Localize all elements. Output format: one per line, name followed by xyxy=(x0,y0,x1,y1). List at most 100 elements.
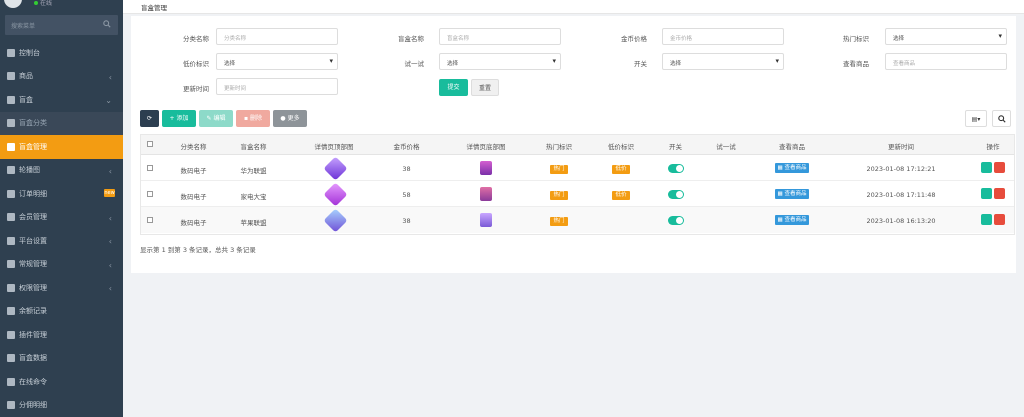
reset-button[interactable]: 重置 xyxy=(471,79,499,96)
row-checkbox[interactable] xyxy=(147,217,153,223)
sidebar-item-box-data[interactable]: 盲盒数据 xyxy=(0,347,123,371)
online-status: 在线 xyxy=(34,0,52,7)
row-delete-button[interactable] xyxy=(994,162,1005,173)
col-time[interactable]: 更新时间 xyxy=(831,141,971,151)
low-price-tag: 低价 xyxy=(612,191,630,200)
try-once-select[interactable]: 选择 ▾ xyxy=(439,53,561,70)
list-icon xyxy=(7,119,15,128)
hot-tag: 热门 xyxy=(550,191,568,200)
low-price-tag: 低价 xyxy=(612,165,630,174)
view-goods-input[interactable]: 查看商品 xyxy=(885,53,1007,70)
chevron-down-icon: ⌄ xyxy=(105,96,112,105)
sidebar-item-orders[interactable]: 订单明细 new xyxy=(0,182,123,206)
sidebar-item-permissions[interactable]: 权限管理 ‹ xyxy=(0,276,123,300)
low-price-select[interactable]: 选择 ▾ xyxy=(216,53,338,70)
switch-toggle[interactable] xyxy=(667,164,684,173)
col-ops[interactable]: 操作 xyxy=(973,141,1013,151)
col-price[interactable]: 金币价格 xyxy=(379,141,434,151)
delete-button[interactable]: ▪ 删除 xyxy=(236,110,270,127)
sidebar-item-command[interactable]: 在线命令 xyxy=(0,370,123,394)
sidebar-item-platform[interactable]: 平台设置 ‹ xyxy=(0,229,123,253)
update-time-input[interactable]: 更新时间 xyxy=(216,78,338,95)
sidebar-item-carousel[interactable]: 轮播图 ‹ xyxy=(0,159,123,183)
team-icon xyxy=(7,401,15,410)
view-goods-button[interactable]: ▦ 查看商品 xyxy=(774,163,810,173)
user-columns-icon: ▤▾ xyxy=(971,116,981,123)
sidebar-item-blindbox[interactable]: 盲盒 ⌄ xyxy=(0,88,123,112)
sidebar-item-commission[interactable]: 分佣明细 xyxy=(0,394,123,417)
cell-time: 2023-01-08 17:12:21 xyxy=(866,165,936,173)
cell-category: 数码电子 xyxy=(180,219,207,227)
refresh-button[interactable]: ⟳ xyxy=(140,110,159,127)
chevron-left-icon: ‹ xyxy=(108,72,112,82)
category-name-input[interactable]: 分类名称 xyxy=(216,28,338,45)
sidebar-item-blindbox-manage[interactable]: 盲盒管理 xyxy=(0,135,123,159)
menu-search-input[interactable]: 搜索菜单 xyxy=(5,15,118,35)
chevron-left-icon: ‹ xyxy=(108,166,112,176)
coin-price-input[interactable]: 金币价格 xyxy=(662,28,784,45)
sidebar-item-general[interactable]: 常规管理 ‹ xyxy=(0,253,123,277)
cell-name: 苹果联盟 xyxy=(240,219,267,227)
col-hot[interactable]: 热门标识 xyxy=(529,141,589,151)
hot-tag-select[interactable]: 选择 ▾ xyxy=(885,28,1007,45)
new-badge: new xyxy=(104,189,115,197)
rocket-icon xyxy=(7,330,15,339)
switch-toggle[interactable] xyxy=(667,190,684,199)
refresh-icon: ⟳ xyxy=(146,115,153,122)
filter-label-boxname: 盲盒名称 xyxy=(398,35,424,43)
table-search-button[interactable] xyxy=(992,110,1011,127)
box-bottom-image[interactable] xyxy=(480,187,492,201)
row-delete-button[interactable] xyxy=(994,188,1005,199)
dashboard-icon xyxy=(7,48,15,57)
chevron-left-icon: ‹ xyxy=(108,213,112,223)
switch-toggle[interactable] xyxy=(667,216,684,225)
col-top-image[interactable]: 详情页顶部图 xyxy=(294,141,374,151)
submit-button[interactable]: 提交 xyxy=(439,79,468,96)
view-goods-button[interactable]: ▦ 查看商品 xyxy=(774,189,810,199)
columns-button[interactable]: ▤▾ xyxy=(965,110,987,127)
box-name-input[interactable]: 盲盒名称 xyxy=(439,28,561,45)
col-bottom-image[interactable]: 详情页底部图 xyxy=(446,141,526,151)
cogs-icon xyxy=(7,260,15,269)
col-name[interactable]: 盲盒名称 xyxy=(226,141,281,151)
box-bottom-image[interactable] xyxy=(480,213,492,227)
row-edit-button[interactable] xyxy=(981,162,992,173)
sidebar-item-members[interactable]: 会员管理 ‹ xyxy=(0,206,123,230)
col-view[interactable]: 查看商品 xyxy=(757,141,827,151)
cell-price: 38 xyxy=(402,217,411,225)
edit-button[interactable]: ✎ 编辑 xyxy=(199,110,233,127)
col-category[interactable]: 分类名称 xyxy=(166,141,221,151)
select-all-checkbox[interactable] xyxy=(147,141,153,147)
row-checkbox[interactable] xyxy=(147,165,153,171)
sidebar-item-dashboard[interactable]: 控制台 xyxy=(0,41,123,65)
col-try[interactable]: 试一试 xyxy=(701,141,751,151)
sidebar-item-goods[interactable]: 商品 ‹ xyxy=(0,65,123,89)
more-icon: ● xyxy=(280,115,288,122)
row-edit-button[interactable] xyxy=(981,214,992,225)
circle-icon xyxy=(7,354,15,363)
filter-label-hot: 热门标识 xyxy=(843,35,869,43)
hot-tag: 热门 xyxy=(550,217,568,226)
avatar[interactable] xyxy=(4,0,22,8)
row-edit-button[interactable] xyxy=(981,188,992,199)
caret-down-icon: ▾ xyxy=(329,57,333,65)
yen-icon xyxy=(7,307,15,316)
sidebar-item-balance[interactable]: 余额记录 xyxy=(0,300,123,324)
filter-label-category: 分类名称 xyxy=(183,35,209,43)
users-icon xyxy=(7,213,15,222)
sidebar-item-blindbox-category[interactable]: 盲盒分类 xyxy=(0,111,123,135)
tab-blindbox-manage[interactable]: 盲盒管理 xyxy=(141,2,167,12)
switch-select[interactable]: 选择 ▾ xyxy=(662,53,784,70)
row-delete-button[interactable] xyxy=(994,214,1005,225)
row-checkbox[interactable] xyxy=(147,191,153,197)
col-low[interactable]: 低价标识 xyxy=(591,141,651,151)
search-icon[interactable] xyxy=(103,20,111,28)
col-switch[interactable]: 开关 xyxy=(653,141,698,151)
sidebar-item-plugins[interactable]: 插件管理 xyxy=(0,323,123,347)
box-bottom-image[interactable] xyxy=(480,161,492,175)
view-goods-button[interactable]: ▦ 查看商品 xyxy=(774,215,810,225)
more-button[interactable]: ● 更多 xyxy=(273,110,307,127)
add-button[interactable]: + 添加 xyxy=(162,110,196,127)
cell-time: 2023-01-08 17:11:48 xyxy=(866,191,936,199)
caret-down-icon: ▾ xyxy=(552,57,556,65)
